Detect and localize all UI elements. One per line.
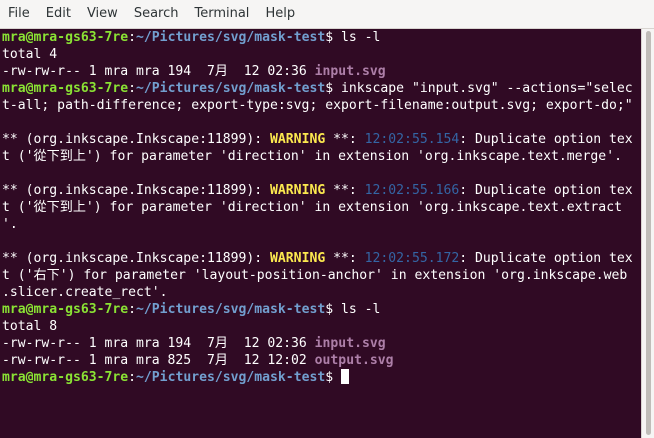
terminal-line: mra@mra-gs63-7re:~/Pictures/svg/mask-tes…	[2, 29, 633, 46]
segment-text: : Duplicate option tex	[459, 183, 633, 198]
menu-bar: File Edit View Search Terminal Help	[0, 0, 654, 29]
segment-text: **:	[325, 251, 365, 266]
scrollbar-thumb[interactable]	[646, 31, 651, 435]
terminal-line: total 4	[2, 46, 633, 63]
segment-text: total 4	[2, 47, 58, 62]
menu-search[interactable]: Search	[126, 0, 187, 28]
segment-text: t-all; path-difference; export-type:svg;…	[2, 98, 633, 113]
segment-text: :	[128, 81, 137, 96]
segment-text: :	[128, 370, 137, 385]
segment-text: '.	[2, 217, 18, 232]
segment-text: ** (org.inkscape.Inkscape:11899):	[2, 132, 271, 147]
terminal-line: t ('從下到上') for parameter 'direction' in …	[2, 199, 633, 216]
terminal-line: t-all; path-difference; export-type:svg;…	[2, 97, 633, 114]
terminal-line: ** (org.inkscape.Inkscape:11899): WARNIN…	[2, 250, 633, 267]
segment-text: total 8	[2, 319, 58, 334]
segment-text: t ('右下') for parameter 'layout-position-…	[2, 268, 628, 283]
segment-text: **:	[325, 132, 365, 147]
menu-help[interactable]: Help	[257, 0, 303, 28]
segment-prompt: mra@mra-gs63-7re	[2, 370, 129, 385]
segment-text: $ inkscape "input.svg" --actions="selec	[325, 81, 633, 96]
terminal-line: .slicer.create_rect'.	[2, 284, 633, 301]
segment-time: 12:02:55.166	[364, 183, 460, 198]
segment-text: :	[128, 30, 137, 45]
terminal-line: total 8	[2, 318, 633, 335]
segment-path: ~/Pictures/svg/mask-test	[136, 81, 326, 96]
terminal-line: mra@mra-gs63-7re:~/Pictures/svg/mask-tes…	[2, 80, 633, 97]
segment-text: $ ls -l	[325, 30, 381, 45]
terminal-lines: mra@mra-gs63-7re:~/Pictures/svg/mask-tes…	[2, 29, 633, 386]
terminal-line: -rw-rw-r-- 1 mra mra 194 7月 12 02:36 inp…	[2, 335, 633, 352]
segment-time: 12:02:55.172	[364, 251, 460, 266]
terminal-line: '.	[2, 216, 633, 233]
terminal-output-area[interactable]: mra@mra-gs63-7re:~/Pictures/svg/mask-tes…	[0, 29, 641, 438]
segment-text: -rw-rw-r-- 1 mra mra 825 7月 12 12:02	[2, 353, 315, 368]
segment-text: ** (org.inkscape.Inkscape:11899):	[2, 183, 271, 198]
segment-warn: WARNING	[270, 251, 326, 266]
segment-text: **:	[325, 183, 365, 198]
segment-path: ~/Pictures/svg/mask-test	[136, 370, 326, 385]
terminal-window: File Edit View Search Terminal Help mra@…	[0, 0, 654, 438]
terminal-line: t ('右下') for parameter 'layout-position-…	[2, 267, 633, 284]
segment-file: output.svg	[314, 353, 394, 368]
terminal-line: mra@mra-gs63-7re:~/Pictures/svg/mask-tes…	[2, 369, 633, 386]
menu-view[interactable]: View	[79, 0, 126, 28]
segment-text: $	[325, 370, 342, 385]
segment-text: ** (org.inkscape.Inkscape:11899):	[2, 251, 271, 266]
segment-path: ~/Pictures/svg/mask-test	[136, 30, 326, 45]
segment-path: ~/Pictures/svg/mask-test	[136, 302, 326, 317]
terminal-line: mra@mra-gs63-7re:~/Pictures/svg/mask-tes…	[2, 301, 633, 318]
terminal-line: t ('從下到上') for parameter 'direction' in …	[2, 148, 633, 165]
segment-prompt: mra@mra-gs63-7re	[2, 81, 129, 96]
menu-file[interactable]: File	[0, 0, 38, 28]
segment-warn: WARNING	[270, 132, 326, 147]
segment-prompt: mra@mra-gs63-7re	[2, 30, 129, 45]
segment-text: : Duplicate option tex	[459, 132, 633, 147]
segment-warn: WARNING	[270, 183, 326, 198]
segment-prompt: mra@mra-gs63-7re	[2, 302, 129, 317]
segment-text: $ ls -l	[325, 302, 381, 317]
terminal-line: -rw-rw-r-- 1 mra mra 825 7月 12 12:02 out…	[2, 352, 633, 369]
terminal-line: -rw-rw-r-- 1 mra mra 194 7月 12 02:36 inp…	[2, 63, 633, 80]
segment-text: :	[128, 302, 137, 317]
segment-text: .slicer.create_rect'.	[2, 285, 168, 300]
segment-text: -rw-rw-r-- 1 mra mra 194 7月 12 02:36	[2, 64, 315, 79]
segment-text: : Duplicate option tex	[459, 251, 633, 266]
segment-file: input.svg	[314, 336, 386, 351]
segment-text: -rw-rw-r-- 1 mra mra 194 7月 12 02:36	[2, 336, 315, 351]
menu-edit[interactable]: Edit	[38, 0, 79, 28]
text-cursor	[341, 369, 350, 384]
segment-time: 12:02:55.154	[364, 132, 460, 147]
terminal-line: ** (org.inkscape.Inkscape:11899): WARNIN…	[2, 131, 633, 148]
segment-text: t ('從下到上') for parameter 'direction' in …	[2, 200, 622, 215]
segment-text: t ('從下到上') for parameter 'direction' in …	[2, 149, 622, 164]
menu-terminal[interactable]: Terminal	[186, 0, 257, 28]
terminal-line: ** (org.inkscape.Inkscape:11899): WARNIN…	[2, 182, 633, 199]
vertical-scrollbar[interactable]	[641, 29, 654, 438]
segment-file: input.svg	[314, 64, 386, 79]
